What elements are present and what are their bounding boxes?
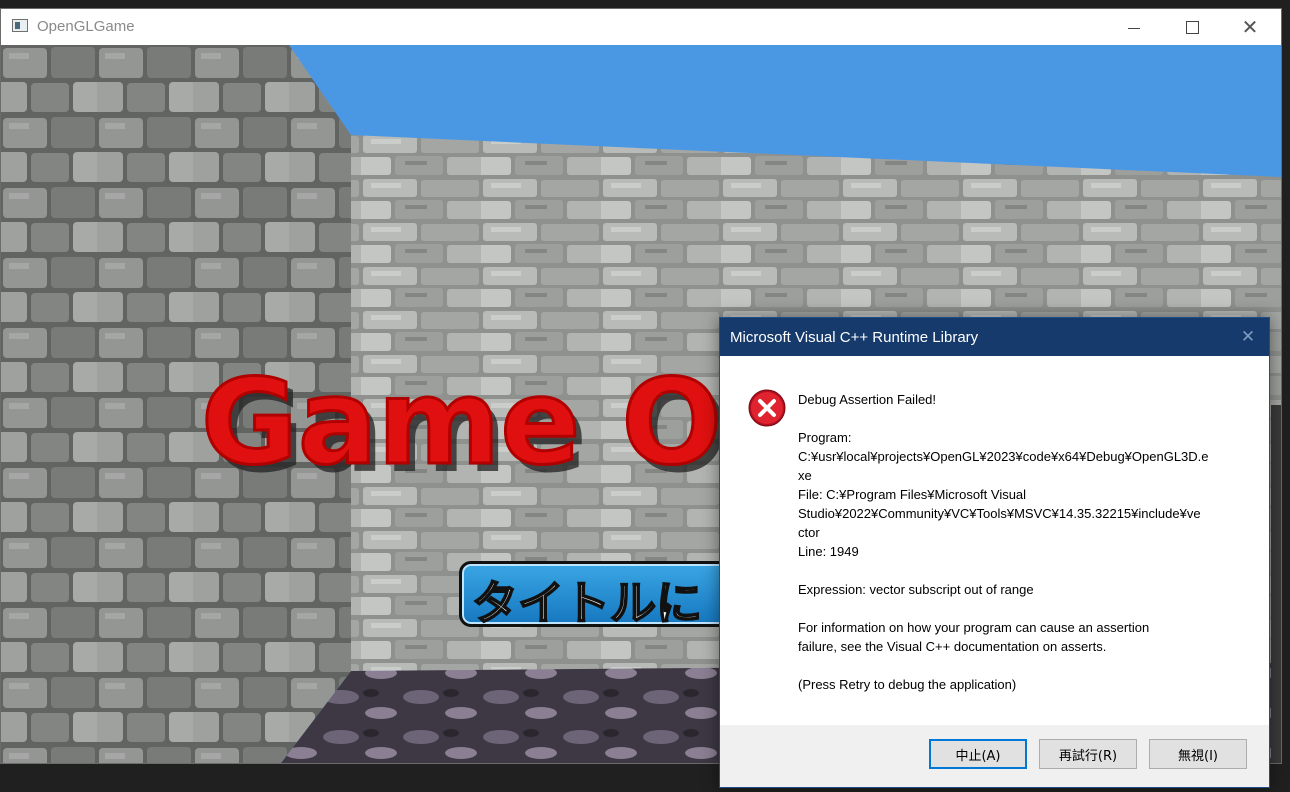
abort-button[interactable]: 中止(A) [929,739,1027,769]
return-to-title-label: タイトルに [471,575,703,627]
app-window-icon[interactable] [12,19,28,32]
maximize-button[interactable] [1163,9,1221,45]
dialog-title: Microsoft Visual C++ Runtime Library [730,329,979,346]
retry-button[interactable]: 再試行(R) [1039,739,1137,769]
info-line-1: For information on how your program can … [798,620,1150,635]
close-icon: ✕ [1241,15,1259,39]
error-icon [748,389,786,427]
assertion-dialog: Microsoft Visual C++ Runtime Library ✕ D… [719,317,1270,788]
dialog-message: Debug Assertion Failed! Program: C:¥usr¥… [798,390,1248,694]
dialog-titlebar[interactable]: Microsoft Visual C++ Runtime Library ✕ [720,318,1269,356]
maximize-icon [1185,20,1199,34]
file-line-3: ctor [798,525,820,540]
dialog-button-bar: 中止(A) 再試行(R) 無視(I) [720,725,1269,787]
line-number: Line: 1949 [798,544,859,559]
program-path-line-1: C:¥usr¥local¥projects¥OpenGL¥2023¥code¥x… [798,449,1209,464]
close-icon: ✕ [1240,327,1256,347]
ignore-button[interactable]: 無視(I) [1149,739,1247,769]
file-line-2: Studio¥2022¥Community¥VC¥Tools¥MSVC¥14.3… [798,506,1201,521]
expression-text: Expression: vector subscript out of rang… [798,582,1034,597]
file-line-1: File: C:¥Program Files¥Microsoft Visual [798,487,1027,502]
info-line-2: failure, see the Visual C++ documentatio… [798,639,1107,654]
minimize-icon [1128,27,1140,29]
window-titlebar[interactable]: OpenGLGame ✕ [1,9,1281,45]
retry-hint: (Press Retry to debug the application) [798,677,1017,692]
minimize-button[interactable] [1105,9,1163,45]
game-over-banner: Game O [201,353,722,491]
window-title: OpenGLGame [37,18,135,35]
dialog-close-button[interactable]: ✕ [1233,323,1263,351]
close-button[interactable]: ✕ [1221,9,1279,45]
assertion-heading: Debug Assertion Failed! [798,392,937,407]
program-path-line-2: xe [798,468,812,483]
program-label: Program: [798,430,852,445]
